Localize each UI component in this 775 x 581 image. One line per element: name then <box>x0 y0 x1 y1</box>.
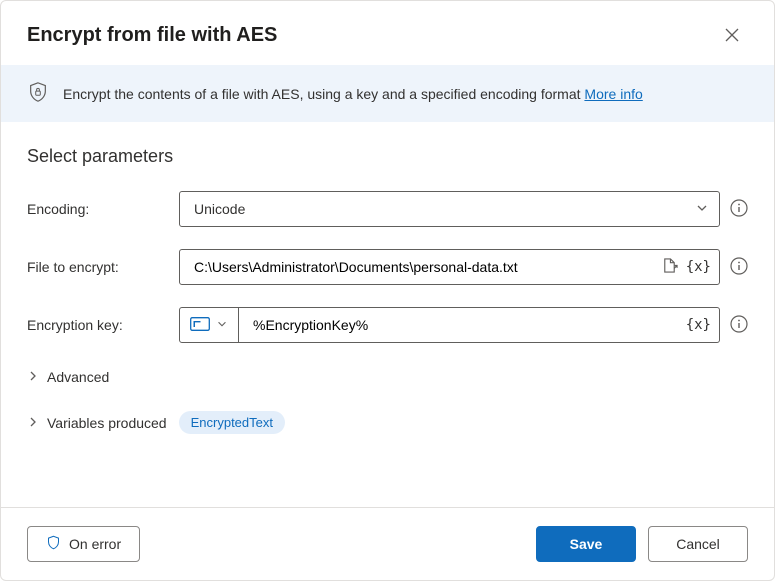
file-info-icon[interactable] <box>730 257 748 278</box>
on-error-label: On error <box>69 536 121 552</box>
on-error-button[interactable]: On error <box>27 526 140 562</box>
encoding-row: Encoding: Unicode <box>27 191 748 227</box>
file-input[interactable] <box>194 259 661 275</box>
chevron-down-icon <box>695 201 709 218</box>
close-button[interactable] <box>716 19 748 51</box>
more-info-link[interactable]: More info <box>584 86 642 102</box>
key-label: Encryption key: <box>27 317 179 333</box>
variable-picker-icon[interactable]: {x} <box>686 259 711 275</box>
variable-picker-icon[interactable]: {x} <box>686 317 711 333</box>
file-row: File to encrypt: {x} <box>27 249 748 285</box>
encoding-label: Encoding: <box>27 201 179 217</box>
save-label: Save <box>570 536 603 552</box>
variables-produced-label: Variables produced <box>47 415 167 431</box>
dialog-footer: On error Save Cancel <box>1 507 774 580</box>
variable-chip[interactable]: EncryptedText <box>179 411 285 434</box>
chevron-right-icon <box>27 415 39 431</box>
key-input[interactable] <box>253 317 686 333</box>
encoding-value: Unicode <box>194 201 245 217</box>
advanced-toggle[interactable]: Advanced <box>27 365 748 389</box>
info-banner-message: Encrypt the contents of a file with AES,… <box>63 86 584 102</box>
dialog: Encrypt from file with AES Encrypt the c… <box>0 0 775 581</box>
key-combo: {x} <box>179 307 720 343</box>
close-icon <box>725 28 739 42</box>
cancel-label: Cancel <box>676 536 720 552</box>
dialog-header: Encrypt from file with AES <box>1 1 774 65</box>
info-banner: Encrypt the contents of a file with AES,… <box>1 65 774 122</box>
shield-icon <box>46 535 61 553</box>
chevron-right-icon <box>27 369 39 385</box>
file-picker-icon[interactable] <box>661 257 678 277</box>
key-type-selector[interactable] <box>180 308 239 342</box>
shield-lock-icon <box>27 81 49 106</box>
save-button[interactable]: Save <box>536 526 636 562</box>
cancel-button[interactable]: Cancel <box>648 526 748 562</box>
section-title: Select parameters <box>27 146 748 167</box>
file-label: File to encrypt: <box>27 259 179 275</box>
chevron-down-icon <box>216 317 228 333</box>
dialog-title: Encrypt from file with AES <box>27 24 277 47</box>
variables-produced-toggle[interactable]: Variables produced EncryptedText <box>27 407 748 438</box>
file-input-box: {x} <box>179 249 720 285</box>
text-type-icon <box>190 317 210 334</box>
encoding-info-icon[interactable] <box>730 199 748 220</box>
encoding-select[interactable]: Unicode <box>179 191 720 227</box>
key-row: Encryption key: {x} <box>27 307 748 343</box>
advanced-label: Advanced <box>47 369 109 385</box>
info-banner-text: Encrypt the contents of a file with AES,… <box>63 86 643 102</box>
dialog-content: Select parameters Encoding: Unicode File… <box>1 122 774 507</box>
key-info-icon[interactable] <box>730 315 748 336</box>
